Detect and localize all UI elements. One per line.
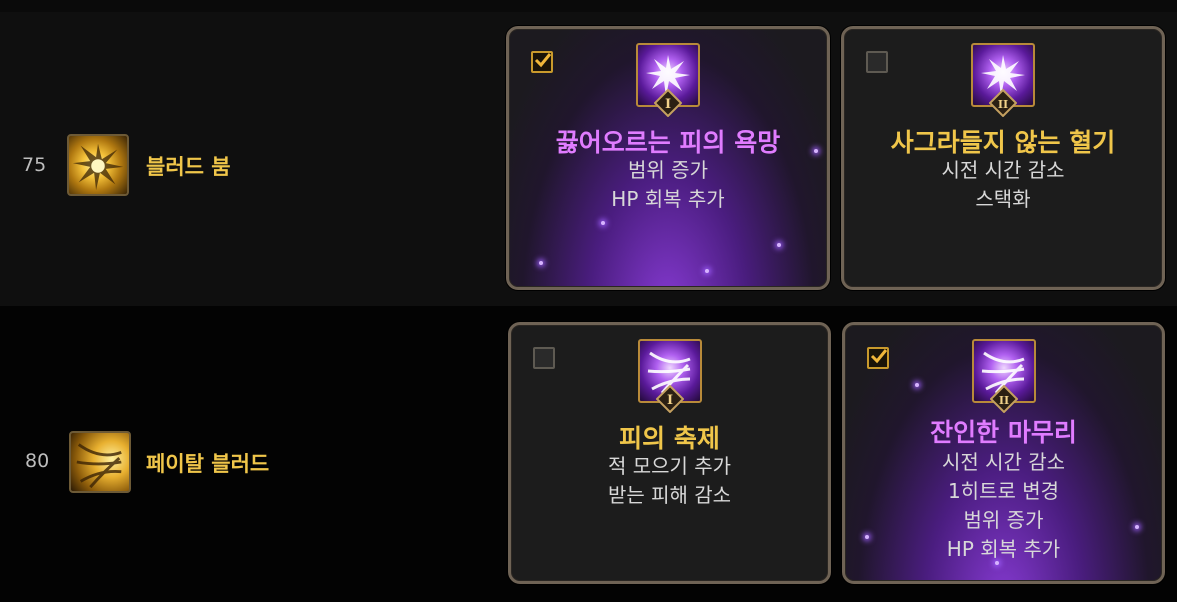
tripod-option-card[interactable]: II 잔인한 마무리 시전 시간 감소 1히트로 변경 범위 증가 HP 회복 … — [842, 322, 1165, 584]
tripod-rune-icon: I — [637, 339, 702, 413]
roman-numeral-badge-icon: II — [989, 89, 1017, 117]
skill-name: 블러드 붐 — [146, 155, 231, 179]
tripod-option-card[interactable]: I 끓어오르는 피의 욕망 범위 증가 HP 회복 추가 — [506, 26, 830, 290]
tripod-option-card[interactable]: II 사그라들지 않는 혈기 시전 시간 감소 스택화 — [841, 26, 1165, 290]
option-effect: 시전 시간 감소 — [941, 158, 1065, 182]
skill-name: 페이탈 블러드 — [146, 452, 270, 476]
option-checkbox[interactable] — [531, 51, 553, 73]
fatal-blood-icon — [69, 431, 131, 493]
option-title: 사그라들지 않는 혈기 — [890, 128, 1116, 157]
sparkle — [539, 261, 543, 265]
sparkle — [915, 383, 919, 387]
option-effect: 적 모으기 추가 — [607, 454, 732, 478]
svg-text:II: II — [998, 394, 1008, 407]
tripod-rune-icon: II — [971, 339, 1036, 413]
tripod-option-card[interactable]: I 피의 축제 적 모으기 추가 받는 피해 감소 — [508, 322, 831, 584]
svg-text:I: I — [665, 97, 671, 112]
sparkle — [601, 221, 605, 225]
option-effect: 1히트로 변경 — [947, 479, 1060, 503]
option-effect: 받는 피해 감소 — [607, 483, 732, 507]
roman-numeral-badge-icon: II — [989, 385, 1018, 413]
option-checkbox[interactable] — [533, 347, 555, 369]
tripod-rune-icon: I — [636, 43, 700, 117]
option-title: 피의 축제 — [619, 424, 720, 453]
option-title: 잔인한 마무리 — [930, 418, 1077, 447]
roman-numeral-badge-icon: I — [654, 89, 682, 117]
option-checkbox[interactable] — [866, 51, 888, 73]
tripod-rune-icon: II — [971, 43, 1035, 117]
sparkle — [777, 243, 781, 247]
skill-level: 80 — [25, 450, 50, 472]
skill-level: 75 — [22, 154, 47, 176]
option-effect: HP 회복 추가 — [946, 537, 1061, 561]
option-effect: 범위 증가 — [628, 158, 708, 182]
blood-boom-icon — [67, 134, 129, 196]
svg-text:II: II — [998, 98, 1008, 111]
option-checkbox[interactable] — [867, 347, 889, 369]
roman-numeral-badge-icon: I — [655, 385, 684, 413]
option-title: 끓어오르는 피의 욕망 — [555, 128, 781, 157]
option-effect: 범위 증가 — [963, 508, 1044, 532]
option-effect: HP 회복 추가 — [611, 187, 725, 211]
checkmark-icon — [534, 53, 552, 68]
checkmark-icon — [870, 349, 888, 364]
sparkle — [705, 269, 709, 273]
option-effect: 시전 시간 감소 — [941, 450, 1066, 474]
option-effect: 스택화 — [975, 187, 1031, 211]
svg-text:I: I — [666, 393, 672, 408]
